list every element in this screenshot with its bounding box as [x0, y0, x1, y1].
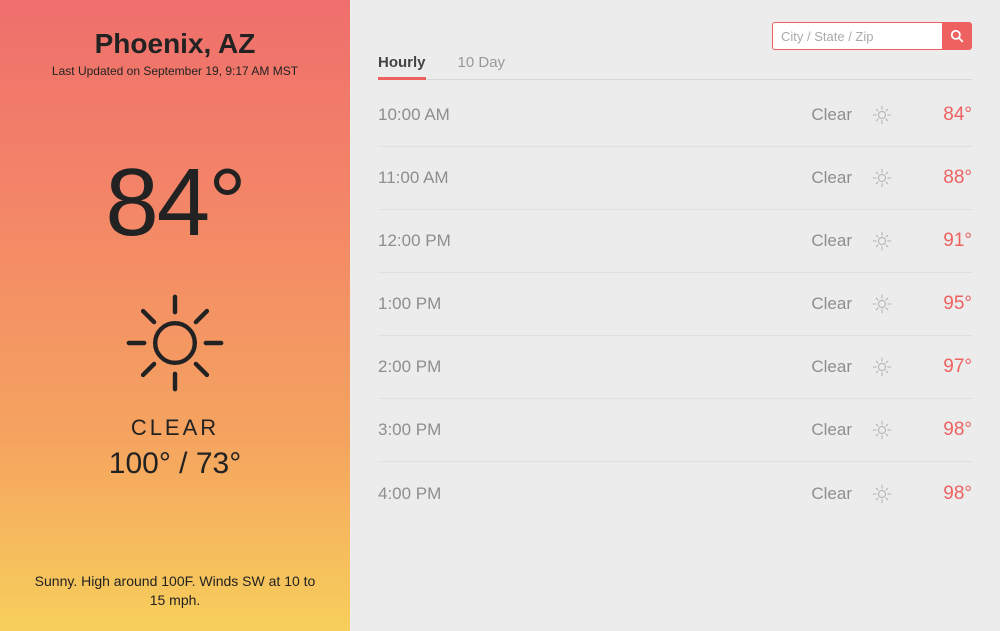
- search-bar: [772, 22, 972, 50]
- hourly-row: 11:00 AMClear 88°: [378, 147, 972, 210]
- forecast-panel: Hourly 10 Day 10:00 AMClear 84°11:00 AMC…: [350, 0, 1000, 631]
- tab-hourly[interactable]: Hourly: [378, 54, 426, 80]
- forecast-tabs: Hourly 10 Day: [378, 54, 972, 80]
- high-low: 100° / 73°: [109, 447, 241, 481]
- hour-temp: 98°: [912, 419, 972, 441]
- hour-temp: 88°: [912, 167, 972, 189]
- condition-label: CLEAR: [131, 415, 219, 441]
- sun-icon: [852, 483, 912, 505]
- hour-condition: Clear: [772, 105, 852, 125]
- hour-condition: Clear: [772, 484, 852, 504]
- sun-icon: [852, 293, 912, 315]
- tab-10day[interactable]: 10 Day: [458, 54, 506, 79]
- hourly-row: 3:00 PMClear 98°: [378, 399, 972, 462]
- hourly-list: 10:00 AMClear 84°11:00 AMClear 88°12:00 …: [378, 84, 972, 525]
- hour-temp: 84°: [912, 104, 972, 126]
- current-temperature: 84°: [105, 148, 244, 258]
- location-title: Phoenix, AZ: [95, 28, 256, 60]
- hour-temp: 97°: [912, 356, 972, 378]
- hourly-row: 4:00 PMClear 98°: [378, 462, 972, 525]
- hourly-row: 2:00 PMClear 97°: [378, 336, 972, 399]
- search-input[interactable]: [772, 22, 942, 50]
- sun-icon: [852, 356, 912, 378]
- hour-temp: 95°: [912, 293, 972, 315]
- hour-time: 10:00 AM: [378, 105, 772, 125]
- hour-condition: Clear: [772, 357, 852, 377]
- sun-icon: [852, 104, 912, 126]
- hour-time: 3:00 PM: [378, 420, 772, 440]
- hourly-row: 1:00 PMClear 95°: [378, 273, 972, 336]
- sun-icon: [852, 167, 912, 189]
- hour-condition: Clear: [772, 168, 852, 188]
- current-conditions-panel: Phoenix, AZ Last Updated on September 19…: [0, 0, 350, 631]
- hour-time: 2:00 PM: [378, 357, 772, 377]
- hour-temp: 91°: [912, 230, 972, 252]
- hour-time: 1:00 PM: [378, 294, 772, 314]
- sun-icon: [852, 230, 912, 252]
- hourly-row: 12:00 PMClear 91°: [378, 210, 972, 273]
- sun-icon: [852, 419, 912, 441]
- hourly-row: 10:00 AMClear 84°: [378, 84, 972, 147]
- hour-time: 12:00 PM: [378, 231, 772, 251]
- sun-icon: [120, 288, 230, 403]
- last-updated: Last Updated on September 19, 9:17 AM MS…: [52, 64, 298, 78]
- hour-time: 4:00 PM: [378, 484, 772, 504]
- hour-condition: Clear: [772, 294, 852, 314]
- hour-condition: Clear: [772, 420, 852, 440]
- hour-temp: 98°: [912, 483, 972, 505]
- hour-condition: Clear: [772, 231, 852, 251]
- hour-time: 11:00 AM: [378, 168, 772, 188]
- search-button[interactable]: [942, 22, 972, 50]
- forecast-summary: Sunny. High around 100F. Winds SW at 10 …: [20, 572, 330, 611]
- search-icon: [950, 29, 964, 43]
